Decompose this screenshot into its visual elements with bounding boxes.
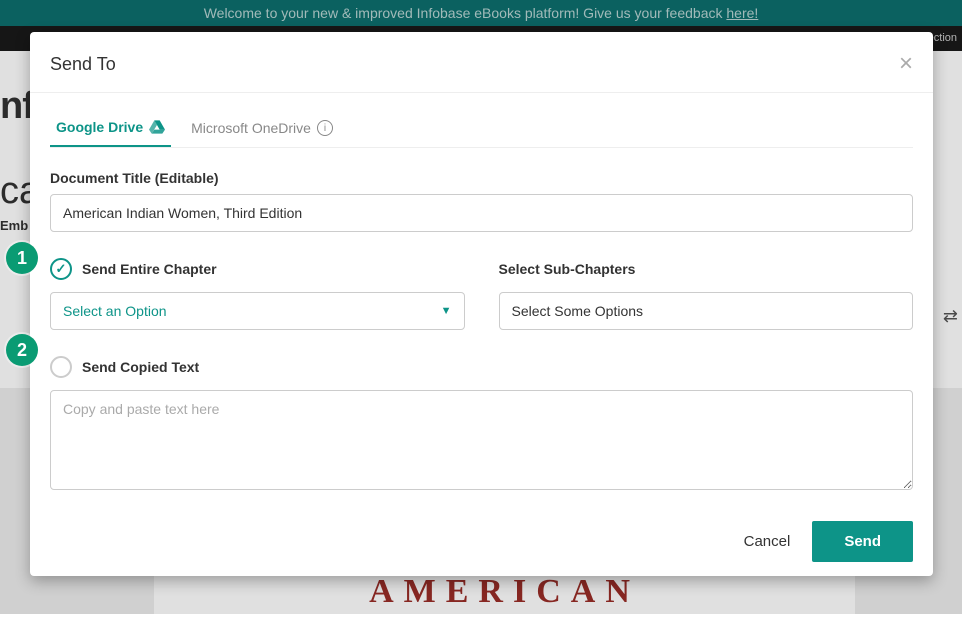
tab-google-drive[interactable]: Google Drive: [50, 111, 171, 147]
send-chapter-label: Send Entire Chapter: [82, 261, 217, 277]
send-to-modal: Send To × Google Drive Microsoft OneDriv…: [30, 32, 933, 576]
subchapter-select-value: Select Some Options: [512, 303, 644, 319]
radio-unchecked-icon: [50, 356, 72, 378]
cancel-button[interactable]: Cancel: [740, 525, 795, 558]
tab-onedrive-label: Microsoft OneDrive: [191, 120, 311, 136]
tab-google-drive-label: Google Drive: [56, 119, 143, 135]
tab-onedrive[interactable]: Microsoft OneDrive i: [185, 111, 339, 147]
doc-title-input[interactable]: [50, 194, 913, 232]
onedrive-icon: i: [317, 120, 333, 136]
radio-checked-icon: [50, 258, 72, 280]
modal-header: Send To ×: [30, 32, 933, 93]
chapter-select-value: Select an Option: [63, 303, 167, 319]
send-chapter-radio[interactable]: Send Entire Chapter: [50, 258, 465, 280]
subchapter-select[interactable]: Select Some Options: [499, 292, 914, 330]
copied-text-textarea[interactable]: [50, 390, 913, 490]
modal-title: Send To: [50, 54, 116, 75]
modal-body: Google Drive Microsoft OneDrive i Docume…: [30, 111, 933, 576]
destination-tabs: Google Drive Microsoft OneDrive i: [50, 111, 913, 148]
annotation-callout-1: 1: [6, 242, 38, 274]
subchapter-label: Select Sub-Chapters: [499, 258, 914, 280]
annotation-callout-2: 2: [6, 334, 38, 366]
send-button[interactable]: Send: [812, 521, 913, 562]
send-copied-radio[interactable]: Send Copied Text: [50, 356, 913, 378]
send-copied-label: Send Copied Text: [82, 359, 199, 375]
chapter-select[interactable]: Select an Option ▼: [50, 292, 465, 330]
chevron-down-icon: ▼: [441, 305, 452, 317]
modal-footer: Cancel Send: [50, 521, 913, 562]
close-icon[interactable]: ×: [899, 52, 913, 76]
doc-title-label: Document Title (Editable): [50, 170, 913, 186]
google-drive-icon: [149, 120, 165, 134]
